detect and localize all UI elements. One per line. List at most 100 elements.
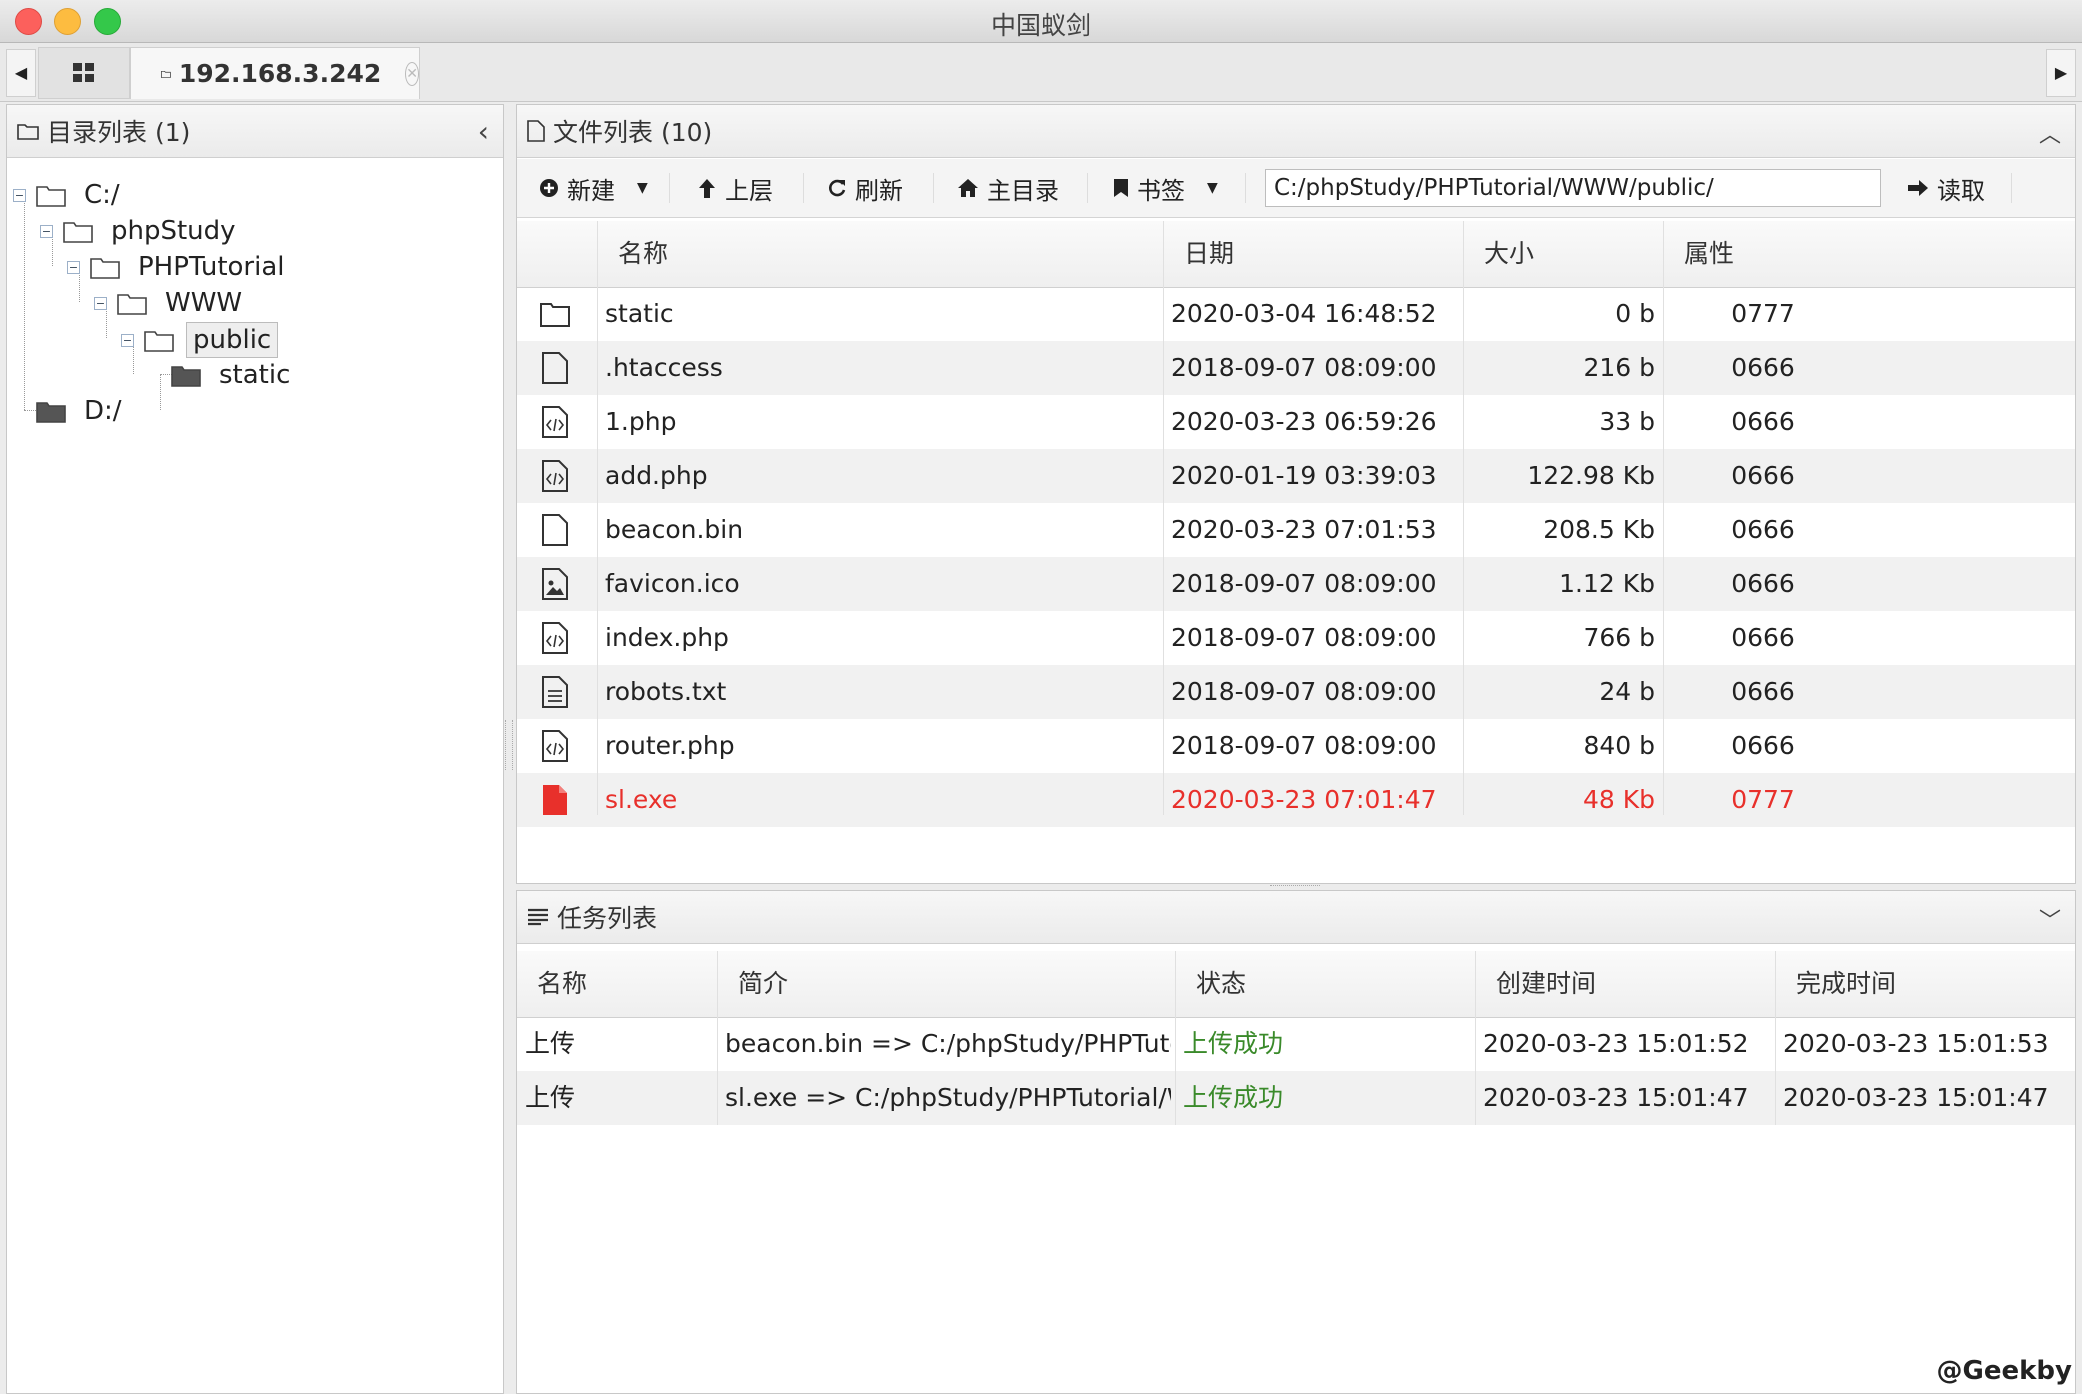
- file-row[interactable]: router.php 2018-09-07 08:09:00 840 b 066…: [517, 719, 2075, 773]
- up-level-button[interactable]: 上层: [697, 168, 773, 208]
- tree-node-label: PHPTutorial: [138, 252, 285, 282]
- caret-down-icon: ▼: [1207, 180, 1218, 196]
- file-icon: [542, 514, 568, 546]
- file-panel-title: 文件列表 (10): [553, 118, 713, 147]
- file-size: 48 Kb: [1582, 785, 1655, 814]
- file-date: 2020-03-23 07:01:47: [1171, 785, 1437, 814]
- file-panel: 文件列表 (10) ︿ 新建 ▼ 上层 刷新 主目录 书签 ▼ C:/phpSt…: [516, 104, 2076, 884]
- tree-node-static[interactable]: static: [171, 358, 296, 392]
- file-attr: 0666: [1731, 731, 1795, 760]
- collapse-toggle-icon[interactable]: −: [40, 224, 53, 238]
- file-date: 2018-09-07 08:09:00: [1171, 731, 1437, 760]
- tree-node-www[interactable]: − WWW: [94, 286, 248, 320]
- tree-node-label: D:/: [84, 396, 122, 426]
- collapse-toggle-icon[interactable]: −: [67, 260, 80, 274]
- bookmark-label: 书签: [1137, 176, 1185, 205]
- read-button[interactable]: 读取: [1907, 168, 1985, 208]
- path-input[interactable]: [1265, 169, 1881, 207]
- directory-panel-title: 目录列表 (1): [47, 118, 191, 147]
- chevron-up-icon[interactable]: ︿: [2039, 117, 2061, 149]
- file-date: 2020-01-19 03:39:03: [1171, 461, 1437, 490]
- tree-node-phpstudy[interactable]: − phpStudy: [40, 214, 242, 248]
- tree-node-phptutorial[interactable]: − PHPTutorial: [67, 250, 291, 284]
- collapse-toggle-icon[interactable]: −: [13, 188, 26, 202]
- file-toolbar: 新建 ▼ 上层 刷新 主目录 书签 ▼ 读取: [517, 159, 2075, 218]
- file-row[interactable]: add.php 2020-01-19 03:39:03 122.98 Kb 06…: [517, 449, 2075, 503]
- column-header-name[interactable]: 名称: [597, 221, 1163, 287]
- vertical-splitter-handle[interactable]: [505, 720, 513, 770]
- task-column-name[interactable]: 名称: [517, 951, 717, 1017]
- file-date: 2018-09-07 08:09:00: [1171, 353, 1437, 382]
- column-header-icon: [517, 221, 597, 287]
- file-attr: 0666: [1731, 353, 1795, 382]
- tree-node-label: phpStudy: [111, 216, 236, 246]
- home-dir-button[interactable]: 主目录: [957, 168, 1059, 208]
- file-row[interactable]: favicon.ico 2018-09-07 08:09:00 1.12 Kb …: [517, 557, 2075, 611]
- file-name: sl.exe: [605, 785, 678, 814]
- code-file-icon: [542, 460, 568, 492]
- directory-panel: 目录列表 (1) ‹ − C:/ − phpStudy − PHPTutoria…: [6, 104, 504, 1394]
- task-column-status[interactable]: 状态: [1175, 951, 1475, 1017]
- file-size: 1.12 Kb: [1559, 569, 1655, 598]
- file-grid-header: 名称 日期 大小 属性: [517, 221, 2075, 288]
- collapse-toggle-icon[interactable]: −: [121, 333, 134, 347]
- tab-connection[interactable]: 192.168.3.242 ✕: [130, 47, 420, 99]
- task-panel-header: 任务列表 ﹀: [517, 891, 2075, 944]
- task-name: 上传: [525, 1029, 576, 1058]
- task-column-created[interactable]: 创建时间: [1475, 951, 1775, 1017]
- code-file-icon: [542, 406, 568, 438]
- column-header-size[interactable]: 大小: [1463, 221, 1663, 287]
- file-row[interactable]: index.php 2018-09-07 08:09:00 766 b 0666: [517, 611, 2075, 665]
- close-tab-icon[interactable]: ✕: [405, 61, 419, 86]
- column-header-attr[interactable]: 属性: [1663, 221, 1863, 287]
- tree-node-d-drive[interactable]: D:/: [36, 394, 128, 428]
- file-size: 33 b: [1599, 407, 1655, 436]
- tab-scroll-right-button[interactable]: ▶: [2046, 49, 2076, 97]
- file-attr: 0777: [1731, 785, 1795, 814]
- column-header-date[interactable]: 日期: [1163, 221, 1463, 287]
- task-panel-title: 任务列表: [557, 904, 658, 933]
- folder-closed-icon: [171, 366, 201, 387]
- file-row[interactable]: 1.php 2020-03-23 06:59:26 33 b 0666: [517, 395, 2075, 449]
- tree-node-c-drive[interactable]: − C:/: [13, 178, 126, 212]
- task-column-desc[interactable]: 简介: [717, 951, 1175, 1017]
- new-button[interactable]: 新建 ▼: [539, 168, 648, 208]
- task-finished: 2020-03-23 15:01:53: [1783, 1029, 2049, 1058]
- task-column-finished[interactable]: 完成时间: [1775, 951, 2075, 1017]
- tab-bar: ◀ 192.168.3.242 ✕ ▶: [0, 43, 2082, 102]
- horizontal-splitter-handle[interactable]: [1270, 885, 1320, 889]
- file-attr: 0666: [1731, 569, 1795, 598]
- file-row[interactable]: .htaccess 2018-09-07 08:09:00 216 b 0666: [517, 341, 2075, 395]
- bookmark-icon: [1114, 179, 1128, 197]
- grid-icon: [73, 63, 94, 82]
- file-name: beacon.bin: [605, 515, 744, 544]
- task-desc: sl.exe => C:/phpStudy/PHPTutorial/WV: [725, 1083, 1171, 1112]
- file-date: 2020-03-04 16:48:52: [1171, 299, 1437, 328]
- title-bar: 中国蚁剑: [0, 0, 2082, 43]
- collapse-toggle-icon[interactable]: −: [94, 296, 107, 310]
- tab-scroll-left-button[interactable]: ◀: [6, 49, 36, 97]
- tree-node-public[interactable]: − public: [121, 322, 279, 358]
- folder-icon: [540, 303, 570, 327]
- file-row[interactable]: beacon.bin 2020-03-23 07:01:53 208.5 Kb …: [517, 503, 2075, 557]
- file-size: 216 b: [1583, 353, 1655, 382]
- file-attr: 0666: [1731, 515, 1795, 544]
- file-row[interactable]: robots.txt 2018-09-07 08:09:00 24 b 0666: [517, 665, 2075, 719]
- file-name: index.php: [605, 623, 729, 652]
- file-name: router.php: [605, 731, 735, 760]
- refresh-button[interactable]: 刷新: [827, 168, 903, 208]
- folder-closed-icon: [36, 402, 66, 423]
- task-row[interactable]: 上传 sl.exe => C:/phpStudy/PHPTutorial/WV …: [517, 1071, 2075, 1125]
- arrow-right-icon: [1908, 180, 1928, 196]
- task-grid-header: 名称 简介 状态 创建时间 完成时间: [517, 951, 2075, 1018]
- tab-home[interactable]: [38, 47, 130, 99]
- collapse-panel-icon[interactable]: ‹: [478, 115, 489, 148]
- file-date: 2018-09-07 08:09:00: [1171, 677, 1437, 706]
- folder-open-icon: [36, 186, 66, 207]
- task-row[interactable]: 上传 beacon.bin => C:/phpStudy/PHPTutori 上…: [517, 1017, 2075, 1071]
- file-row[interactable]: static 2020-03-04 16:48:52 0 b 0777: [517, 287, 2075, 341]
- bookmark-button[interactable]: 书签 ▼: [1113, 168, 1218, 208]
- file-row-highlighted[interactable]: sl.exe 2020-03-23 07:01:47 48 Kb 0777: [517, 773, 2075, 827]
- task-created: 2020-03-23 15:01:52: [1483, 1029, 1749, 1058]
- chevron-down-icon[interactable]: ﹀: [2039, 903, 2061, 935]
